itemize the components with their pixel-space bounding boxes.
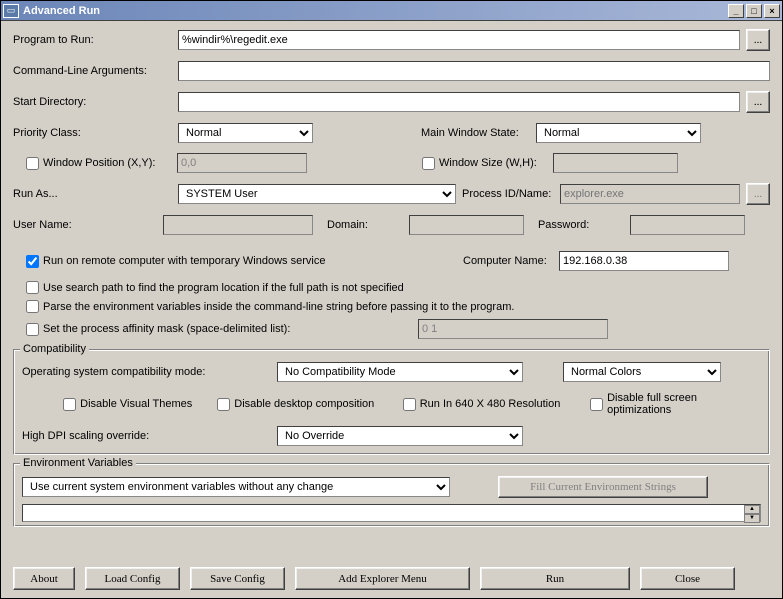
startdir-input[interactable]: [178, 92, 740, 112]
window-title: Advanced Run: [23, 5, 728, 17]
minimize-button[interactable]: _: [728, 4, 744, 18]
remote-checkbox[interactable]: [26, 255, 39, 268]
affinity-input: [418, 319, 608, 339]
about-button[interactable]: About: [13, 567, 75, 590]
disable-desktop-checkbox[interactable]: [217, 398, 230, 411]
add-explorer-menu-button[interactable]: Add Explorer Menu: [295, 567, 470, 590]
env-text-area: ▲ ▼: [22, 504, 761, 522]
compatibility-group: Compatibility Operating system compatibi…: [13, 349, 770, 455]
app-icon: ▭: [3, 4, 19, 18]
winpos-checkbox[interactable]: [26, 157, 39, 170]
save-config-button[interactable]: Save Config: [190, 567, 285, 590]
colors-select[interactable]: Normal Colors: [563, 362, 721, 382]
run-button[interactable]: Run: [480, 567, 630, 590]
disable-desktop-label: Disable desktop composition: [234, 398, 402, 410]
searchpath-label: Use search path to find the program loca…: [43, 282, 404, 294]
runas-label: Run As...: [13, 188, 178, 200]
envvars-group: Environment Variables Use current system…: [13, 463, 770, 527]
load-config-button[interactable]: Load Config: [85, 567, 180, 590]
username-label: User Name:: [13, 219, 163, 231]
disable-fullscreen-label: Disable full screen optimizations: [607, 392, 761, 416]
winpos-input: [177, 153, 307, 173]
affinity-checkbox[interactable]: [26, 323, 39, 336]
priority-select[interactable]: Normal: [178, 123, 313, 143]
procid-input: [560, 184, 740, 204]
program-input[interactable]: [178, 30, 740, 50]
compat-group-title: Compatibility: [20, 343, 89, 355]
startdir-label: Start Directory:: [13, 96, 178, 108]
winpos-label: Window Position (X,Y):: [43, 157, 177, 169]
searchpath-checkbox[interactable]: [26, 281, 39, 294]
envvars-group-title: Environment Variables: [20, 457, 136, 469]
startdir-browse-button[interactable]: ...: [746, 91, 770, 113]
parseenv-label: Parse the environment variables inside t…: [43, 301, 514, 313]
program-browse-button[interactable]: ...: [746, 29, 770, 51]
username-input: [163, 215, 313, 235]
priority-label: Priority Class:: [13, 127, 178, 139]
run640-label: Run In 640 X 480 Resolution: [420, 398, 590, 410]
remote-label: Run on remote computer with temporary Wi…: [43, 255, 463, 267]
domain-input: [409, 215, 524, 235]
disable-fullscreen-checkbox[interactable]: [590, 398, 603, 411]
domain-label: Domain:: [327, 219, 368, 231]
envmode-select[interactable]: Use current system environment variables…: [22, 477, 450, 497]
program-label: Program to Run:: [13, 34, 178, 46]
close-window-button[interactable]: ×: [764, 4, 780, 18]
compname-label: Computer Name:: [463, 255, 559, 267]
affinity-label: Set the process affinity mask (space-del…: [43, 323, 418, 335]
hidpi-label: High DPI scaling override:: [22, 430, 277, 442]
maximize-button[interactable]: □: [746, 4, 762, 18]
mainwin-select[interactable]: Normal: [536, 123, 701, 143]
close-button[interactable]: Close: [640, 567, 735, 590]
password-label: Password:: [538, 219, 589, 231]
args-input[interactable]: [178, 61, 770, 81]
fill-env-button: Fill Current Environment Strings: [498, 476, 708, 498]
password-input: [630, 215, 745, 235]
titlebar: ▭ Advanced Run _ □ ×: [1, 1, 782, 21]
args-label: Command-Line Arguments:: [13, 65, 178, 77]
disable-themes-checkbox[interactable]: [63, 398, 76, 411]
scroll-up-icon[interactable]: ▲: [744, 505, 760, 514]
runas-select[interactable]: SYSTEM User: [178, 184, 456, 204]
winsize-checkbox[interactable]: [422, 157, 435, 170]
procid-label: Process ID/Name:: [462, 188, 560, 200]
run640-checkbox[interactable]: [403, 398, 416, 411]
winsize-label: Window Size (W,H):: [439, 157, 553, 169]
mainwin-label: Main Window State:: [421, 127, 536, 139]
winsize-input: [553, 153, 678, 173]
parseenv-checkbox[interactable]: [26, 300, 39, 313]
disable-themes-label: Disable Visual Themes: [80, 398, 217, 410]
procid-browse-button: ...: [746, 183, 770, 205]
os-compat-label: Operating system compatibility mode:: [22, 366, 277, 378]
scroll-down-icon[interactable]: ▼: [744, 514, 760, 523]
hidpi-select[interactable]: No Override: [277, 426, 523, 446]
os-compat-select[interactable]: No Compatibility Mode: [277, 362, 523, 382]
compname-input[interactable]: [559, 251, 729, 271]
env-scrollbar[interactable]: ▲ ▼: [744, 505, 760, 521]
